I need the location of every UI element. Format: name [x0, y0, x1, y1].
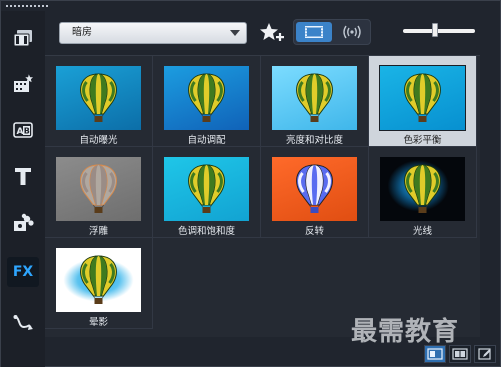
filter-tile[interactable]: 自动调配	[153, 56, 261, 147]
show-audio-filters-button[interactable]	[334, 22, 370, 42]
filter-thumbnail	[56, 66, 141, 130]
show-video-filters-button[interactable]	[296, 22, 332, 42]
filter-tile[interactable]: 色调和饱和度	[153, 147, 261, 238]
filter-tile[interactable]: 光线	[369, 147, 477, 238]
text-icon	[15, 168, 31, 185]
filter-label: 亮度和对比度	[285, 135, 343, 146]
filter-label: 色调和饱和度	[177, 226, 235, 237]
filter-thumbnail	[379, 65, 466, 131]
title-template-icon: A B	[13, 122, 33, 138]
balloon-image	[188, 73, 225, 122]
filter-thumbnail	[56, 248, 141, 312]
filter-label: 反转	[304, 226, 324, 237]
media-icon	[13, 30, 32, 47]
fx-filters-button[interactable]: FX	[7, 257, 39, 287]
instant-project-icon	[14, 74, 33, 92]
watermark-text: 最需教育	[351, 317, 460, 347]
library-sidebar: A B FX	[1, 11, 45, 367]
panel-grip[interactable]	[5, 4, 49, 8]
thumbnail-size-slider[interactable]	[403, 23, 475, 37]
media-library-button[interactable]	[7, 23, 39, 53]
filter-tile[interactable]: 自动曝光	[45, 56, 153, 147]
filter-label: 浮雕	[88, 226, 108, 237]
balloon-image	[188, 164, 225, 213]
library-panel: A B FX 暗房 自动曝光 自动调配 亮度和对比度 色彩平衡 浮雕 色调和饱和…	[0, 0, 501, 367]
film-icon	[305, 26, 323, 38]
filter-thumbnail	[164, 157, 249, 221]
graphics-button[interactable]	[7, 207, 39, 237]
edit-button[interactable]	[474, 345, 496, 363]
slider-thumb[interactable]	[432, 23, 439, 37]
filter-tile[interactable]: 色彩平衡	[369, 56, 477, 147]
edit-icon	[478, 348, 491, 360]
options-panel-icon	[452, 348, 468, 360]
text-button[interactable]	[7, 161, 39, 191]
view-mode-toggle	[293, 19, 371, 45]
filter-thumbnail-grid: 自动曝光 自动调配 亮度和对比度 色彩平衡 浮雕 色调和饱和度 反转 光线 晕影	[45, 55, 480, 337]
filter-thumbnail	[272, 157, 357, 221]
add-to-favorites-button[interactable]	[259, 21, 285, 45]
filter-tile[interactable]: 反转	[261, 147, 369, 238]
vertical-scrollbar[interactable]	[482, 55, 500, 337]
filter-category-dropdown[interactable]: 暗房	[59, 22, 247, 44]
balloon-image	[296, 164, 333, 213]
filter-thumbnail	[272, 66, 357, 130]
filter-label: 自动调配	[187, 135, 226, 146]
svg-text:B: B	[24, 127, 30, 136]
library-toolbar: 暗房	[49, 13, 500, 55]
path-icon	[13, 315, 33, 330]
filter-thumbnail	[380, 157, 465, 221]
balloon-image	[80, 255, 117, 304]
show-library-panel-button[interactable]	[424, 345, 446, 363]
balloon-image	[80, 164, 117, 213]
filter-tile[interactable]: 晕影	[45, 238, 153, 329]
filter-thumbnail	[56, 157, 141, 221]
balloon-image	[404, 164, 441, 213]
filter-label: 自动曝光	[79, 135, 118, 146]
filter-tile[interactable]: 亮度和对比度	[261, 56, 369, 147]
filter-label: 晕影	[88, 317, 108, 328]
svg-text:A: A	[17, 127, 24, 137]
filter-label: 色彩平衡	[403, 135, 442, 146]
title-template-button[interactable]: A B	[7, 115, 39, 145]
balloon-image	[404, 73, 441, 122]
graphics-icon	[14, 213, 34, 231]
filter-tile[interactable]: 浮雕	[45, 147, 153, 238]
dropdown-value: 暗房	[72, 27, 92, 38]
filter-thumbnail	[164, 66, 249, 130]
path-button[interactable]	[7, 307, 39, 337]
bottom-toolbar	[424, 345, 496, 363]
star-plus-icon	[260, 23, 284, 41]
fx-icon: FX	[12, 264, 34, 280]
chevron-down-icon	[230, 30, 240, 36]
audio-wave-icon	[343, 25, 361, 39]
balloon-image	[296, 73, 333, 122]
library-panel-icon	[427, 348, 443, 360]
filter-label: 光线	[412, 226, 432, 237]
instant-project-button[interactable]	[7, 69, 39, 99]
show-options-panel-button[interactable]	[449, 345, 471, 363]
balloon-image	[80, 73, 117, 122]
